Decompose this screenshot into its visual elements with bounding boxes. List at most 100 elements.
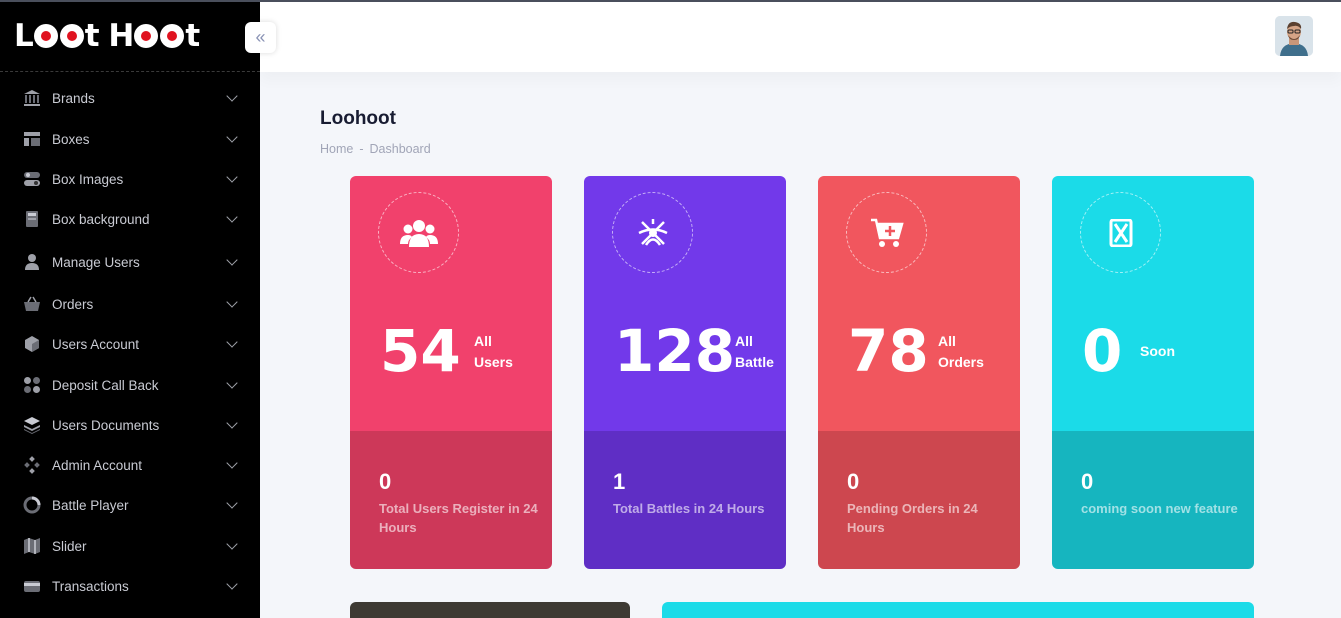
layout-icon bbox=[23, 130, 41, 148]
dark-panel bbox=[350, 602, 630, 618]
stat-card-battles[interactable]: 128 All Battle 1 Total Battles in 24 Hour… bbox=[584, 176, 786, 569]
window-top-border bbox=[0, 0, 1341, 2]
stat-card-users[interactable]: 54 All Users 0 Total Users Register in 24… bbox=[350, 176, 552, 569]
logo[interactable]: Lt Ht bbox=[14, 17, 200, 55]
sidebar-item-label: Box background bbox=[52, 211, 150, 227]
sidebar-item-label: Users Documents bbox=[52, 417, 160, 433]
card-icon bbox=[23, 577, 41, 595]
avatar[interactable] bbox=[1275, 16, 1313, 56]
users-icon-circle bbox=[378, 192, 459, 273]
chevron-down-icon bbox=[226, 171, 238, 183]
chevron-down-icon bbox=[226, 457, 238, 469]
diamond-dots-icon bbox=[23, 456, 41, 474]
dots-grid-icon bbox=[23, 376, 41, 394]
sidebar-item-admin-account[interactable]: Admin Account bbox=[0, 447, 260, 483]
card-bottom: 1 Total Battles in 24 Hours bbox=[584, 431, 786, 569]
cart-icon-circle bbox=[846, 192, 927, 273]
hourglass-icon-circle bbox=[1080, 192, 1161, 273]
stat-sub-value: 1 bbox=[613, 469, 626, 494]
chevron-down-icon bbox=[226, 417, 238, 429]
sidebar-item-label: Admin Account bbox=[52, 457, 143, 473]
pie-icon bbox=[23, 496, 41, 514]
stat-sub-label: Total Users Register in 24 Hours bbox=[379, 501, 538, 535]
sidebar-item-slider[interactable]: Slider bbox=[0, 528, 260, 564]
sidebar-item-boxes[interactable]: Boxes bbox=[0, 121, 260, 157]
sidebar-item-users-account[interactable]: Users Account bbox=[0, 326, 260, 362]
chevron-down-icon bbox=[226, 377, 238, 389]
breadcrumb: Home - Dashboard bbox=[320, 142, 437, 156]
basket-icon bbox=[23, 295, 41, 313]
stat-card-soon[interactable]: 0 Soon 0 coming soon new feature bbox=[1052, 176, 1254, 569]
stat-sub-value: 0 bbox=[379, 469, 392, 494]
cube-icon bbox=[23, 335, 41, 353]
sidebar-collapse-button[interactable]: « bbox=[245, 22, 276, 53]
card-top: 54 All Users bbox=[350, 176, 552, 431]
card-top: 0 Soon bbox=[1052, 176, 1254, 431]
stat-value: 128 bbox=[614, 317, 736, 385]
chevron-down-icon bbox=[226, 296, 238, 308]
sidebar-item-box-background[interactable]: Box background bbox=[0, 201, 260, 237]
stat-sub-value: 0 bbox=[847, 469, 860, 494]
stat-value: 54 bbox=[380, 317, 461, 385]
chevron-down-icon bbox=[226, 336, 238, 348]
cyan-panel bbox=[662, 602, 1254, 618]
battle-icon bbox=[637, 218, 668, 246]
sidebar-item-label: Deposit Call Back bbox=[52, 377, 159, 393]
chevron-down-icon bbox=[226, 497, 238, 509]
stat-sub-label: Pending Orders in 24 Hours bbox=[847, 501, 978, 535]
card-top: 128 All Battle bbox=[584, 176, 786, 431]
stat-value: 0 bbox=[1082, 317, 1123, 385]
card-bottom: 0 Total Users Register in 24 Hours bbox=[350, 431, 552, 569]
top-header bbox=[260, 2, 1341, 72]
sidebar-item-label: Manage Users bbox=[52, 254, 140, 270]
sidebar: Lt Ht Brands Boxes Box Images Box backgr… bbox=[0, 0, 260, 618]
sidebar-item-brands[interactable]: Brands bbox=[0, 80, 260, 116]
sidebar-item-orders[interactable]: Orders bbox=[0, 286, 260, 322]
stat-value: 78 bbox=[848, 317, 929, 385]
card-bottom: 0 Pending Orders in 24 Hours bbox=[818, 431, 1020, 569]
breadcrumb-home[interactable]: Home bbox=[320, 142, 353, 156]
double-chevron-left-icon: « bbox=[255, 27, 266, 47]
hourglass-icon bbox=[1109, 218, 1132, 247]
users-icon bbox=[399, 219, 438, 247]
sidebar-item-label: Box Images bbox=[52, 171, 124, 187]
bank-icon bbox=[23, 89, 41, 107]
sidebar-item-label: Orders bbox=[52, 296, 94, 312]
toggle-icon bbox=[23, 170, 41, 188]
sidebar-item-label: Battle Player bbox=[52, 497, 129, 513]
chevron-down-icon bbox=[226, 254, 238, 266]
chevron-down-icon bbox=[226, 90, 238, 102]
stat-sub-label: coming soon new feature bbox=[1081, 501, 1238, 516]
stat-sub-value: 0 bbox=[1081, 469, 1094, 494]
stat-caption: All Orders bbox=[938, 333, 984, 370]
sidebar-item-transactions[interactable]: Transactions bbox=[0, 568, 260, 604]
card-top: 78 All Orders bbox=[818, 176, 1020, 431]
chevron-down-icon bbox=[226, 538, 238, 550]
chevron-down-icon bbox=[226, 211, 238, 223]
chevron-down-icon bbox=[226, 131, 238, 143]
chevron-down-icon bbox=[226, 578, 238, 590]
sidebar-item-deposit-call-back[interactable]: Deposit Call Back bbox=[0, 367, 260, 403]
stat-caption: Soon bbox=[1140, 343, 1175, 359]
stat-sub-label: Total Battles in 24 Hours bbox=[613, 501, 765, 516]
cart-plus-icon bbox=[870, 218, 904, 247]
breadcrumb-current: Dashboard bbox=[369, 142, 431, 156]
user-icon bbox=[23, 253, 41, 271]
battle-icon-circle bbox=[612, 192, 693, 273]
stat-card-orders[interactable]: 78 All Orders 0 Pending Orders in 24 Hour… bbox=[818, 176, 1020, 569]
sidebar-item-battle-player[interactable]: Battle Player bbox=[0, 487, 260, 523]
book-icon bbox=[23, 210, 41, 228]
sidebar-item-manage-users[interactable]: Manage Users bbox=[0, 244, 260, 280]
sidebar-item-label: Brands bbox=[52, 90, 95, 106]
sidebar-item-label: Boxes bbox=[52, 131, 90, 147]
sidebar-item-box-images[interactable]: Box Images bbox=[0, 161, 260, 197]
card-bottom: 0 coming soon new feature bbox=[1052, 431, 1254, 569]
stat-caption: All Battle bbox=[735, 333, 774, 370]
sidebar-item-users-documents[interactable]: Users Documents bbox=[0, 407, 260, 443]
page-title: Loohoot bbox=[320, 108, 396, 129]
map-icon bbox=[23, 537, 41, 555]
layers-icon bbox=[23, 416, 41, 434]
logo-area: Lt Ht bbox=[0, 0, 260, 72]
sidebar-item-label: Slider bbox=[52, 538, 87, 554]
breadcrumb-separator: - bbox=[359, 142, 364, 156]
